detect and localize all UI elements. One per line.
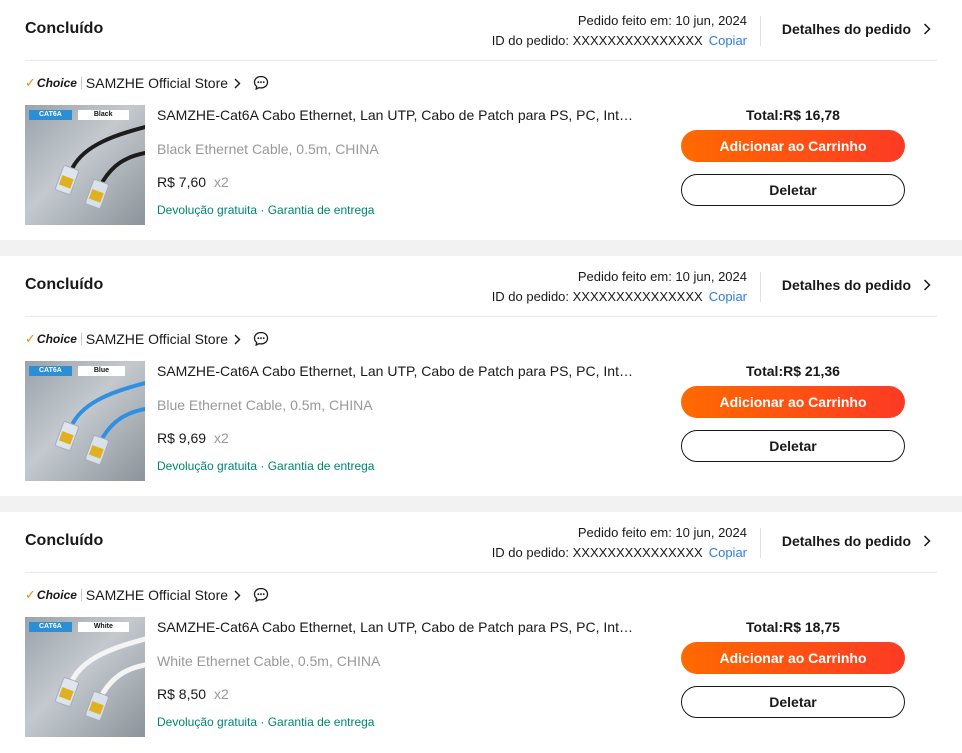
badge-divider [80,333,82,345]
order-id: ID do pedido: XXXXXXXXXXXXXXX [491,289,703,304]
choice-badge: ✓ Choice [25,331,77,347]
copy-order-id-link[interactable]: Copiar [709,33,747,48]
product-variant: White Ethernet Cable, 0.5m, CHINA [157,653,381,669]
chat-icon[interactable] [253,331,269,347]
store-name: SAMZHE Official Store [85,75,229,91]
choice-label: Choice [36,588,77,602]
order-status: Concluído [25,532,104,549]
product-variant: Black Ethernet Cable, 0.5m, CHINA [157,141,379,157]
order-details-link[interactable]: Detalhes do pedido [782,21,931,37]
quantity: x2 [214,430,229,446]
store-name: SAMZHE Official Store [85,331,229,347]
order-header: Concluído Pedido feito em: 10 jun, 2024 … [25,0,937,61]
order-details-label: Detalhes do pedido [781,21,911,37]
order-meta: Pedido feito em: 10 jun, 2024 ID do pedi… [492,11,747,51]
choice-label: Choice [36,76,77,90]
header-divider [760,528,761,558]
store-link[interactable]: SAMZHE Official Store [86,75,241,91]
order-details-label: Detalhes do pedido [781,533,911,549]
choice-badge: ✓ Choice [25,587,77,603]
delete-order-button[interactable]: Deletar [681,430,905,462]
product-title-link[interactable]: SAMZHE-Cat6A Cabo Ethernet, Lan UTP, Cab… [157,363,637,379]
service-perks: Devolução gratuita · Garantia de entrega [157,715,375,729]
quantity: x2 [214,686,229,702]
unit-price: R$ 9,69 [157,430,207,446]
unit-price: R$ 8,50 [157,686,207,702]
order-card: Concluído Pedido feito em: 10 jun, 2024 … [0,256,962,496]
order-meta: Pedido feito em: 10 jun, 2024 ID do pedi… [492,523,747,563]
order-details-label: Detalhes do pedido [781,277,911,293]
choice-label: Choice [36,332,77,346]
store-link[interactable]: SAMZHE Official Store [86,587,241,603]
store-row: ✓ Choice SAMZHE Official Store [25,74,269,92]
order-status: Concluído [25,20,104,37]
price-row: R$ 7,60 x2 [157,174,229,190]
order-total: Total:R$ 21,36 [746,363,840,379]
header-divider [760,272,761,302]
add-to-cart-button[interactable]: Adicionar ao Carrinho [681,386,905,418]
product-image[interactable]: CAT6A Black [25,105,145,225]
order-date: Pedido feito em: 10 jun, 2024 [577,13,747,28]
order-details-link[interactable]: Detalhes do pedido [782,277,931,293]
header-divider [760,16,761,46]
badge-divider [80,77,82,89]
quantity: x2 [214,174,229,190]
chat-icon[interactable] [253,75,269,91]
order-meta: Pedido feito em: 10 jun, 2024 ID do pedi… [492,267,747,307]
cable-illustration [55,636,145,721]
order-card: Concluído Pedido feito em: 10 jun, 2024 … [0,512,962,753]
store-name: SAMZHE Official Store [85,587,229,603]
chat-icon[interactable] [253,587,269,603]
chevron-right-icon [234,334,241,344]
price-row: R$ 9,69 x2 [157,430,229,446]
delete-order-button[interactable]: Deletar [681,174,905,206]
order-total: Total:R$ 18,75 [746,619,840,635]
cable-illustration [55,381,145,465]
order-id: ID do pedido: XXXXXXXXXXXXXXX [491,545,703,560]
cable-illustration [55,125,145,209]
service-perks: Devolução gratuita · Garantia de entrega [157,203,375,217]
copy-order-id-link[interactable]: Copiar [709,289,747,304]
delete-order-button[interactable]: Deletar [681,686,905,718]
order-date: Pedido feito em: 10 jun, 2024 [577,525,747,540]
unit-price: R$ 7,60 [157,174,207,190]
chevron-right-icon [234,590,241,600]
chevron-right-icon [234,78,241,88]
add-to-cart-button[interactable]: Adicionar ao Carrinho [681,130,905,162]
price-row: R$ 8,50 x2 [157,686,229,702]
orders-list: Concluído Pedido feito em: 10 jun, 2024 … [0,0,962,753]
store-link[interactable]: SAMZHE Official Store [86,331,241,347]
copy-order-id-link[interactable]: Copiar [709,545,747,560]
chevron-right-icon [923,23,931,35]
chevron-right-icon [923,279,931,291]
product-title-link[interactable]: SAMZHE-Cat6A Cabo Ethernet, Lan UTP, Cab… [157,619,637,635]
order-card: Concluído Pedido feito em: 10 jun, 2024 … [0,0,962,240]
store-row: ✓ Choice SAMZHE Official Store [25,330,269,348]
order-details-link[interactable]: Detalhes do pedido [782,533,931,549]
chevron-right-icon [923,535,931,547]
check-icon: ✓ [25,587,36,602]
order-total: Total:R$ 16,78 [746,107,840,123]
service-perks: Devolução gratuita · Garantia de entrega [157,459,375,473]
product-image[interactable]: CAT6A White [25,617,145,737]
order-header: Concluído Pedido feito em: 10 jun, 2024 … [25,512,937,573]
order-id: ID do pedido: XXXXXXXXXXXXXXX [491,33,703,48]
order-date: Pedido feito em: 10 jun, 2024 [577,269,747,284]
order-status: Concluído [25,276,104,293]
check-icon: ✓ [25,331,36,346]
product-variant: Blue Ethernet Cable, 0.5m, CHINA [157,397,373,413]
order-header: Concluído Pedido feito em: 10 jun, 2024 … [25,256,937,317]
badge-divider [80,589,82,601]
store-row: ✓ Choice SAMZHE Official Store [25,586,269,604]
add-to-cart-button[interactable]: Adicionar ao Carrinho [681,642,905,674]
product-title-link[interactable]: SAMZHE-Cat6A Cabo Ethernet, Lan UTP, Cab… [157,107,637,123]
product-image[interactable]: CAT6A Blue [25,361,145,481]
check-icon: ✓ [25,75,36,90]
choice-badge: ✓ Choice [25,75,77,91]
